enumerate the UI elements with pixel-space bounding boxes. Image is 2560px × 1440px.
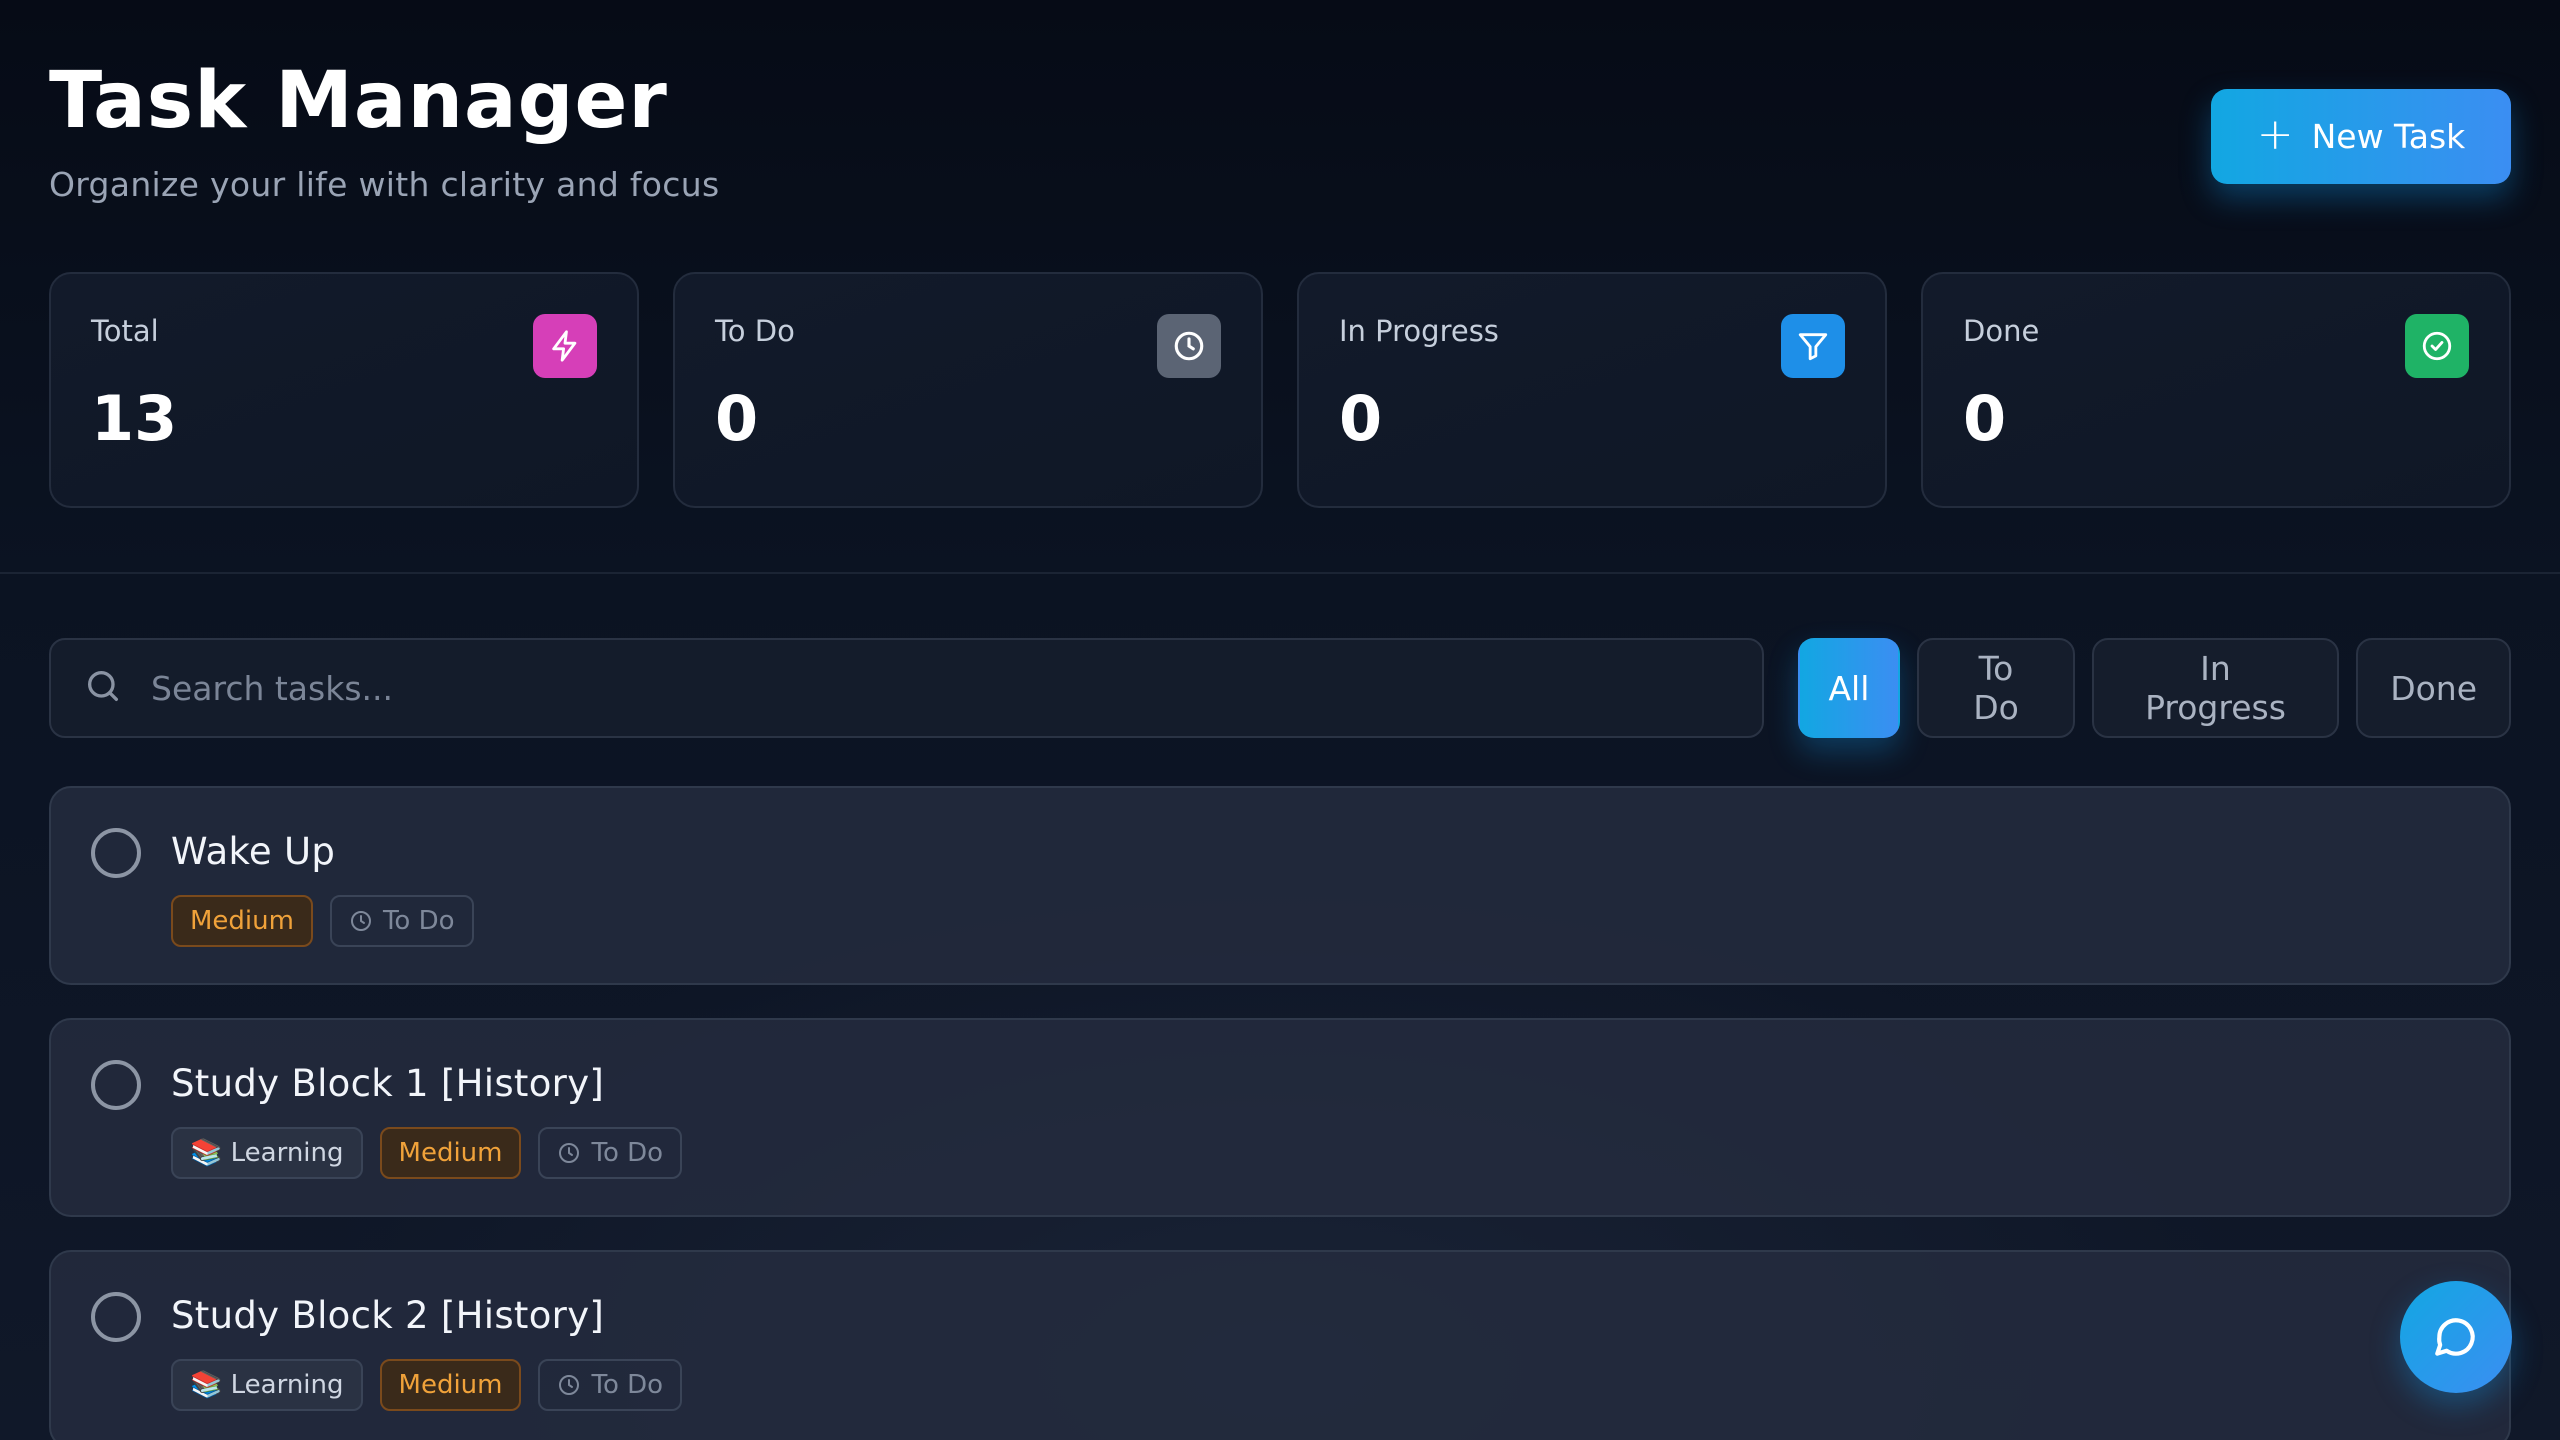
filter-todo[interactable]: To Do (1917, 638, 2075, 738)
stat-value: 0 (1963, 382, 2007, 455)
task-checkbox[interactable] (91, 828, 141, 878)
stat-value: 0 (715, 382, 759, 455)
new-task-label: New Task (2311, 117, 2466, 156)
task-checkbox[interactable] (91, 1060, 141, 1110)
stats-row: Total 13 To Do 0 In Progress 0 Done 0 (49, 272, 2511, 508)
task-card[interactable]: Study Block 2 [History] 📚 Learning Mediu… (49, 1250, 2511, 1440)
status-badge: To Do (329, 895, 474, 947)
priority-badge: Medium (171, 895, 313, 947)
stat-label: To Do (715, 314, 795, 348)
stat-value: 13 (91, 382, 178, 455)
chat-bubble-icon (2435, 1318, 2475, 1356)
stat-card-todo: To Do 0 (673, 272, 1263, 508)
bolt-icon (533, 314, 597, 378)
task-title: Study Block 2 [History] (171, 1294, 605, 1337)
task-title: Wake Up (171, 830, 336, 873)
status-label: To Do (591, 1138, 664, 1168)
category-badge: 📚 Learning (171, 1359, 363, 1411)
filter-in-progress[interactable]: In Progress (2091, 638, 2340, 738)
status-badge: To Do (538, 1359, 683, 1411)
plus-icon: + (2256, 108, 2294, 160)
task-tags: 📚 Learning Medium To Do (171, 1359, 2509, 1411)
priority-badge: Medium (379, 1127, 522, 1179)
status-badge: To Do (538, 1127, 683, 1179)
page-title: Task Manager (49, 56, 668, 146)
clock-icon (559, 1143, 580, 1163)
filter-icon (1781, 314, 1845, 378)
status-label: To Do (382, 906, 455, 936)
stat-label: Done (1963, 314, 2040, 348)
stat-value: 0 (1339, 382, 1383, 455)
search-icon (83, 666, 123, 710)
task-tags: Medium To Do (171, 895, 2509, 947)
toolbar: All To Do In Progress Done (49, 638, 2512, 738)
search-box[interactable] (49, 638, 1764, 738)
stat-card-in-progress: In Progress 0 (1297, 272, 1887, 508)
task-card[interactable]: Wake Up Medium To Do (49, 786, 2511, 985)
task-card[interactable]: Study Block 1 [History] 📚 Learning Mediu… (49, 1018, 2511, 1217)
task-tags: 📚 Learning Medium To Do (171, 1127, 2509, 1179)
filter-done[interactable]: Done (2356, 638, 2512, 738)
stat-card-total: Total 13 (49, 272, 639, 508)
task-title: Study Block 1 [History] (171, 1062, 605, 1105)
task-checkbox[interactable] (91, 1292, 141, 1342)
category-badge: 📚 Learning (171, 1127, 363, 1179)
clock-icon (350, 911, 371, 931)
page-subtitle: Organize your life with clarity and focu… (49, 165, 720, 204)
new-task-button[interactable]: + New Task (2211, 89, 2511, 184)
stat-label: Total (91, 314, 159, 348)
filter-all[interactable]: All (1797, 638, 1901, 738)
check-circle-icon (2405, 314, 2469, 378)
filter-tabs: All To Do In Progress Done (1797, 638, 2512, 738)
section-divider (0, 572, 2560, 574)
priority-badge: Medium (379, 1359, 522, 1411)
task-list: Wake Up Medium To Do Study Block 1 [Hist… (49, 786, 2511, 1440)
stat-label: In Progress (1339, 314, 1499, 348)
clock-icon (559, 1375, 580, 1395)
header: Task Manager Organize your life with cla… (49, 55, 2511, 215)
app-root: Task Manager Organize your life with cla… (0, 0, 2560, 1440)
chat-button[interactable] (2400, 1281, 2512, 1393)
stat-card-done: Done 0 (1921, 272, 2511, 508)
clock-icon (1157, 314, 1221, 378)
status-label: To Do (591, 1370, 664, 1400)
search-input[interactable] (151, 668, 1651, 708)
